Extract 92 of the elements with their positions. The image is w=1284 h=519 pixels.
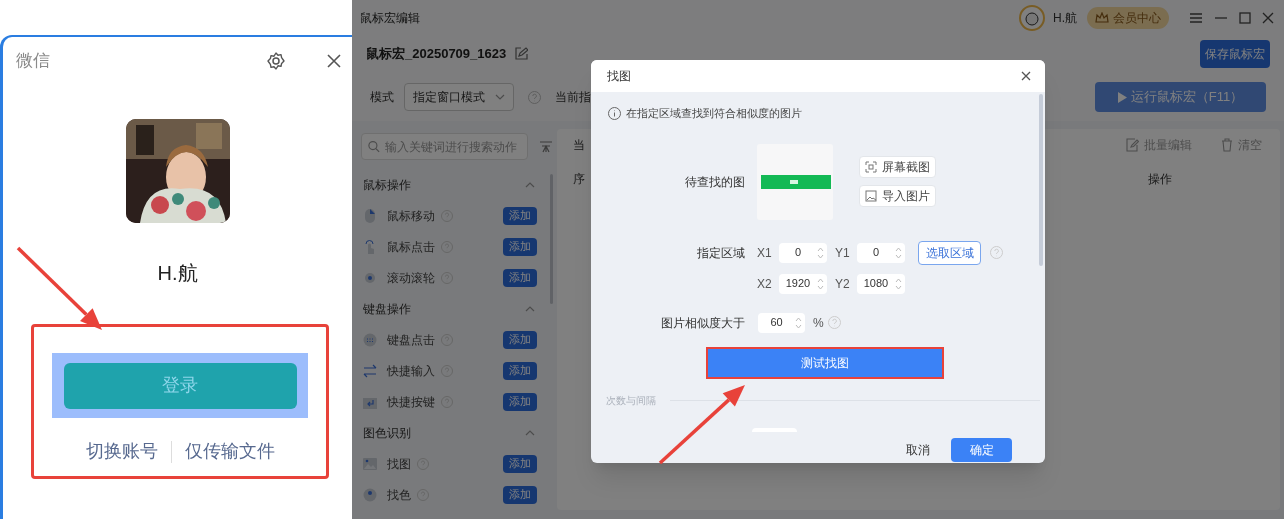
coordinate-label: Y1 [835,244,851,262]
add-button[interactable]: 添加 [503,392,537,411]
info-text: 在指定区域查找到符合相似度的图片 [626,106,802,121]
chevron-up-icon[interactable] [525,181,535,188]
column-header: 序 [573,171,585,188]
number-field[interactable]: 60 [758,312,805,333]
keypad-icon [363,332,377,347]
arrows-icon [363,363,377,378]
field-label: 模式 [370,89,394,106]
action-label: 找图 [387,455,411,473]
info-icon [608,106,621,120]
spinner-arrows-icon [817,276,824,291]
unit-label: % [813,314,824,332]
coordinate-label: X1 [757,244,773,262]
number-field[interactable]: 1080 [857,273,905,294]
close-icon[interactable] [326,53,342,69]
add-button[interactable]: 添加 [503,268,537,287]
macro-name: 鼠标宏_20250709_1623 [366,45,507,64]
help-icon[interactable] [528,90,541,104]
window-title: 微信 [16,50,50,73]
edit-icon [1126,138,1139,152]
panel-label: 当 [573,137,585,154]
close-icon[interactable] [1021,71,1031,81]
section-header: 鼠标操作 [363,176,411,194]
field-label: 指定区域 [696,244,745,262]
add-button[interactable]: 添加 [503,454,537,473]
user-name: H.航 [1053,9,1077,27]
trash-icon [1220,138,1233,152]
help-icon[interactable] [990,246,1003,259]
crop-icon [865,161,877,173]
avatar-icon [1019,4,1045,31]
login-button[interactable]: 登录 [63,362,297,409]
spinner-arrows-icon [817,245,824,260]
user-name: H.航 [157,262,198,284]
spinner-arrows-icon [895,276,902,291]
spinner-arrows-icon [895,245,902,260]
filter-icon[interactable] [539,140,553,153]
link[interactable]: 仅传输文件 [184,438,275,465]
action-label: 找色 [387,486,411,504]
add-button[interactable]: 添加 [503,361,537,380]
spinner-arrows-icon [795,315,802,330]
field-label: 待查找的图 [684,173,745,191]
close-icon[interactable] [1262,11,1274,24]
ok-button[interactable]: 确定 [951,437,1012,462]
number-field[interactable]: 1920 [779,273,827,294]
cancel-button[interactable]: 取消 [906,440,930,459]
menu-icon[interactable] [1189,11,1203,24]
save-button[interactable]: 保存鼠标宏 [1200,40,1270,68]
add-button[interactable]: 添加 [503,330,537,349]
add-button[interactable]: 添加 [503,206,537,225]
coordinate-label: X2 [757,275,773,293]
select-region-button[interactable]: 选取区域 [918,240,981,265]
search-icon [368,140,380,153]
maximize-icon[interactable] [1239,11,1251,24]
help-icon[interactable] [827,316,841,329]
action-label: 快捷输入 [387,362,435,380]
settings-icon[interactable] [266,51,286,71]
capture-button[interactable]: 屏幕截图 [859,156,936,178]
window-title: 鼠标宏编辑 [360,9,420,27]
mouse-icon [363,208,377,223]
number-field[interactable]: 0 [857,242,905,263]
add-button[interactable]: 添加 [503,485,537,504]
image-icon [363,456,377,471]
field-label: 当前指 [555,89,591,106]
mode-dropdown[interactable]: 指定窗口模式 [404,83,514,111]
action-label: 鼠标移动 [387,207,435,225]
column-header: 操作 [1148,171,1172,188]
run-button[interactable]: 运行鼠标宏（F11） [1095,82,1266,112]
field-label: 图片相似度大于 [660,314,745,332]
number-field[interactable]: 0 [779,242,827,263]
action-label: 键盘点击 [387,331,435,349]
coordinate-label: Y2 [835,275,851,293]
add-button[interactable]: 添加 [503,237,537,256]
section-header: 键盘操作 [363,300,411,318]
action-label: 快捷按键 [387,393,435,411]
action-label: 鼠标点击 [387,238,435,256]
palette-icon [363,487,377,502]
chevron-down-icon [495,94,505,100]
vip-button[interactable]: 会员中心 [1087,6,1169,29]
dialog-title: 找图 [607,68,631,85]
crown-icon [1095,11,1109,24]
link[interactable]: 切换账号 [85,438,158,465]
hand-icon [363,239,377,254]
test-button[interactable]: 测试找图 [706,346,944,379]
edit-icon[interactable] [514,47,529,61]
action-label: 滚动滚轮 [387,269,435,287]
capture-button[interactable]: 导入图片 [859,185,936,207]
image-icon [865,190,877,202]
chevron-up-icon[interactable] [525,429,535,436]
section-header: 图色识别 [363,424,411,442]
play-icon [1117,91,1127,103]
chevron-up-icon[interactable] [525,305,535,312]
